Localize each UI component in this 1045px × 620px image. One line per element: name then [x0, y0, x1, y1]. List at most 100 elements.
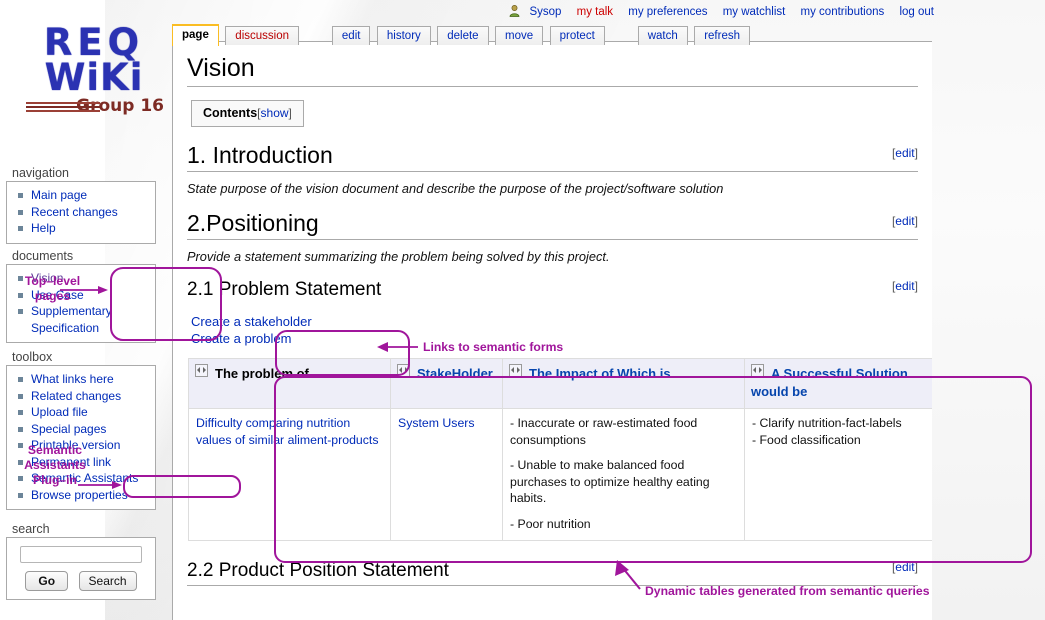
table-header-stakeholder[interactable]: StakeHolder	[390, 358, 503, 409]
link-problem[interactable]: Difficulty comparing nutrition values of…	[196, 416, 378, 447]
table-header-impact[interactable]: The Impact of Which is	[502, 358, 745, 409]
portlet-toolbox-body: What links here Related changes Upload f…	[6, 365, 156, 510]
personal-link-my-watchlist[interactable]: my watchlist	[723, 6, 786, 18]
tab-refresh[interactable]: refresh	[694, 26, 750, 45]
edit-link-product-position[interactable]: edit	[895, 560, 914, 574]
table-header-problem[interactable]: The problem of	[188, 358, 391, 409]
personal-link-log-out[interactable]: log out	[899, 6, 934, 18]
sidebar-item-supplementary-specification-cont[interactable]: Specification	[9, 320, 153, 337]
site-logo[interactable]: REQ WiKi Group 16	[22, 21, 166, 115]
solution-item: - Food classification	[752, 432, 861, 447]
content-column: Sysop my talk my preferences my watchlis…	[168, 0, 940, 620]
sidebar-link-browse-properties[interactable]: Browse properties	[31, 488, 128, 502]
sort-icon[interactable]	[195, 364, 208, 377]
personal-link-my-talk[interactable]: my talk	[577, 6, 613, 18]
sidebar-item-upload-file[interactable]: Upload file	[9, 404, 153, 421]
edit-link-introduction[interactable]: edit	[895, 146, 914, 160]
logo-line-2: WiKi	[44, 56, 144, 99]
search-input[interactable]	[20, 545, 142, 563]
table-header-row: The problem of StakeHolder The Impact of…	[188, 358, 932, 409]
toc-toggle-show[interactable]: show	[261, 106, 289, 120]
section-heading-product-position-text: 2.2 Product Position Statement	[187, 560, 449, 581]
sidebar-link-recent-changes[interactable]: Recent changes	[31, 205, 118, 219]
sidebar: REQ WiKi Group 16 navigation Main page R…	[0, 0, 168, 620]
sort-icon[interactable]	[397, 364, 410, 377]
sidebar-link-help[interactable]: Help	[31, 221, 56, 235]
tab-discussion[interactable]: discussion	[225, 26, 299, 45]
tab-watch[interactable]: watch	[637, 26, 688, 45]
table-header-solution-label: A Successful Solution would be	[751, 366, 908, 399]
tab-protect[interactable]: protect	[549, 26, 605, 45]
impact-item: - Unable to make balanced food purchases…	[510, 458, 710, 505]
sidebar-link-specification[interactable]: Specification	[31, 321, 99, 335]
portlet-navigation-body: Main page Recent changes Help	[6, 181, 156, 244]
table-header-impact-label: The Impact of Which is	[529, 366, 671, 381]
sidebar-link-related-changes[interactable]: Related changes	[31, 389, 121, 403]
link-create-a-stakeholder[interactable]: Create a stakeholder	[191, 313, 918, 330]
table-header-stakeholder-label: StakeHolder	[417, 366, 493, 381]
search-box: Go Search	[6, 537, 156, 600]
search-go-button[interactable]: Go	[25, 571, 69, 591]
edit-section-product-position: [edit]	[891, 560, 918, 574]
sidebar-item-recent-changes[interactable]: Recent changes	[9, 204, 153, 221]
sidebar-item-browse-properties[interactable]: Browse properties	[9, 487, 153, 504]
solution-item: - Clarify nutrition-fact-labels	[752, 416, 902, 430]
personal-link-my-contributions[interactable]: my contributions	[801, 6, 885, 18]
portlet-documents-title: documents	[12, 249, 74, 263]
annotation-label-links-to-semantic-forms: Links to semantic forms	[423, 340, 564, 354]
edit-link-problem-statement[interactable]: edit	[895, 279, 914, 293]
table-header-solution[interactable]: A Successful Solution would be	[744, 358, 932, 409]
section-heading-product-position: 2.2 Product Position Statement [edit]	[187, 559, 918, 583]
page-title: Vision	[187, 54, 918, 87]
article-body: Vision Contents[show] 1. Introduction [e…	[172, 41, 932, 620]
table-of-contents-box: Contents[show]	[191, 100, 304, 127]
impact-item: - Poor nutrition	[510, 516, 591, 531]
logo-line-3-wrap: Group 16	[22, 97, 166, 115]
screenshot-root: Sysop my talk my preferences my watchlis…	[0, 0, 1045, 620]
sidebar-item-what-links-here[interactable]: What links here	[9, 371, 153, 388]
sidebar-item-related-changes[interactable]: Related changes	[9, 388, 153, 405]
portlet-search: search Go Search	[6, 522, 156, 600]
personal-links: Sysop my talk my preferences my watchlis…	[509, 5, 934, 18]
link-stakeholder[interactable]: System Users	[398, 416, 475, 430]
section-heading-problem-statement: 2.1 Problem Statement [edit]	[187, 278, 918, 302]
sidebar-item-special-pages[interactable]: Special pages	[9, 421, 153, 438]
sidebar-link-what-links-here[interactable]: What links here	[31, 372, 114, 386]
tab-move[interactable]: move	[495, 26, 544, 45]
sort-icon[interactable]	[751, 364, 764, 377]
user-avatar-icon	[509, 5, 520, 17]
sidebar-item-help[interactable]: Help	[9, 220, 153, 237]
table-row: Difficulty comparing nutrition values of…	[188, 408, 932, 541]
personal-link-user[interactable]: Sysop	[529, 6, 561, 18]
cell-impact: - Inaccurate or raw-estimated food consu…	[502, 408, 745, 541]
toc-close-bracket: ]	[288, 106, 292, 120]
tab-edit[interactable]: edit	[331, 26, 371, 45]
personal-link-my-preferences[interactable]: my preferences	[628, 6, 707, 18]
tab-delete[interactable]: delete	[437, 26, 489, 45]
sidebar-link-main-page[interactable]: Main page	[31, 188, 87, 202]
sidebar-link-special-pages[interactable]: Special pages	[31, 422, 106, 436]
section-heading-positioning: 2.Positioning [edit]	[187, 209, 918, 240]
sidebar-item-supplementary-specification[interactable]: Supplementary	[9, 303, 153, 320]
tab-page[interactable]: page	[172, 24, 219, 46]
logo-line-1: REQ	[43, 21, 145, 64]
tab-history[interactable]: history	[376, 26, 431, 45]
section-heading-positioning-text: 2.Positioning	[187, 210, 319, 236]
sidebar-link-supplementary[interactable]: Supplementary	[31, 304, 112, 318]
sidebar-item-main-page[interactable]: Main page	[9, 187, 153, 204]
portlet-navigation: navigation Main page Recent changes Help	[6, 166, 156, 244]
page-tabs: page discussion edit history delete move…	[172, 23, 752, 46]
sort-icon[interactable]	[509, 364, 522, 377]
impact-item: - Inaccurate or raw-estimated food consu…	[510, 416, 698, 447]
edit-section-positioning: [edit]	[891, 214, 918, 228]
logo-rules	[26, 102, 100, 114]
portlet-toolbox-title: toolbox	[12, 350, 53, 364]
portlet-search-title: search	[12, 522, 50, 536]
search-buttons: Go Search	[7, 571, 155, 591]
edit-link-positioning[interactable]: edit	[895, 214, 914, 228]
sidebar-link-upload-file[interactable]: Upload file	[31, 405, 88, 419]
intro-lead-text: State purpose of the vision document and…	[187, 181, 724, 196]
table-header-problem-label: The problem of	[215, 366, 309, 381]
search-search-button[interactable]: Search	[78, 571, 137, 591]
cell-stakeholder: System Users	[390, 408, 503, 541]
